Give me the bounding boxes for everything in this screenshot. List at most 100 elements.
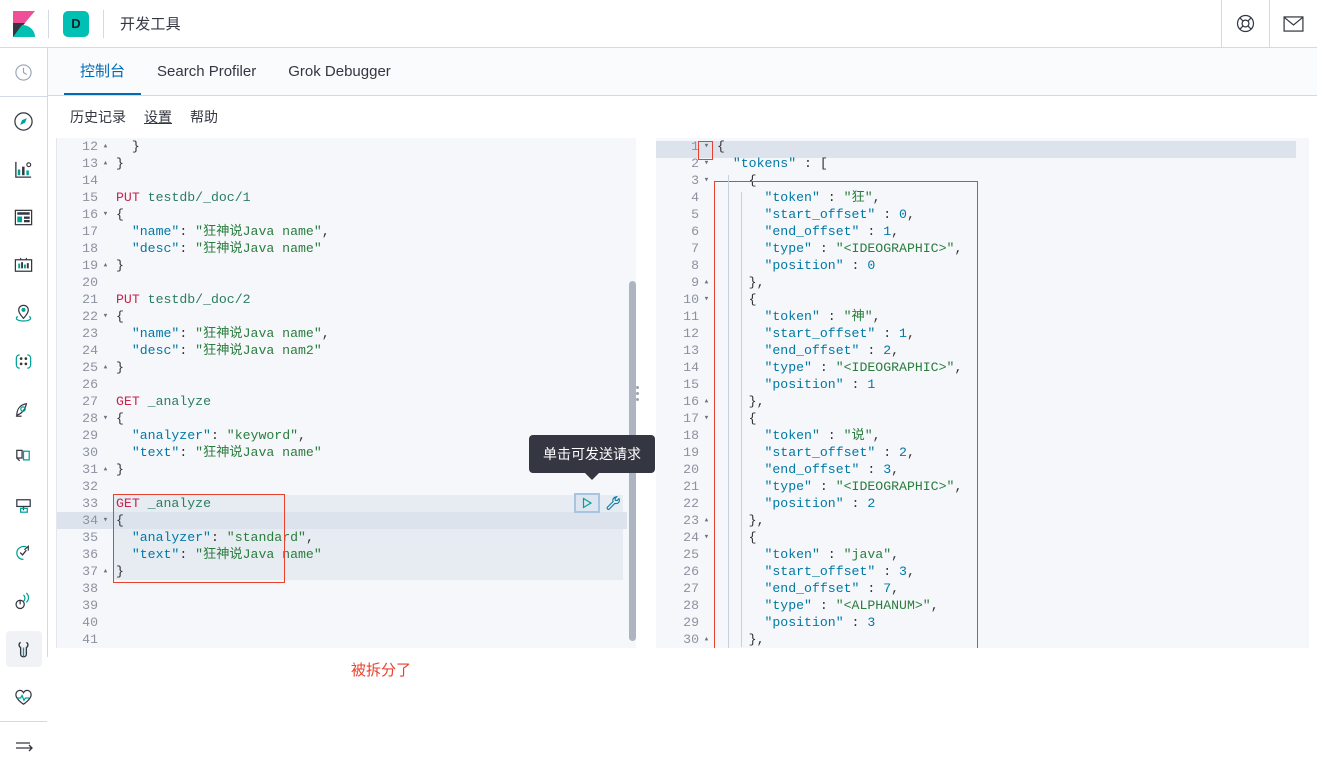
request-code[interactable]: 12 ▴ } 13 ▴} 14 15 PUT testdb/_doc/1 16 ▾{17 "na…	[57, 138, 636, 648]
tab-search-profiler[interactable]: Search Profiler	[141, 49, 272, 95]
code-line[interactable]: 28 ▾ {	[57, 410, 636, 427]
help-button[interactable]	[1221, 0, 1269, 47]
fold-collapse-icon[interactable]: ▴	[101, 461, 110, 478]
code-line[interactable]: 37 ▴}	[57, 563, 636, 580]
code-line[interactable]: 38	[57, 580, 636, 597]
code-line[interactable]: 20 "end_offset" : 3,	[656, 461, 1309, 478]
space-selector[interactable]: D	[49, 10, 103, 37]
fold-collapse-icon[interactable]: ▴	[702, 512, 711, 529]
fold-collapse-icon[interactable]: ▴	[702, 274, 711, 291]
fold-expand-icon[interactable]: ▾	[101, 206, 110, 223]
fold-expand-icon[interactable]: ▾	[702, 172, 711, 189]
code-line[interactable]: 11 "token" : "神",	[656, 308, 1309, 325]
fold-expand-icon[interactable]: ▾	[101, 512, 110, 529]
editor-splitter-handle[interactable]	[636, 386, 639, 401]
code-line[interactable]: 41	[57, 631, 636, 648]
code-line[interactable]: 5 "start_offset" : 0,	[656, 206, 1309, 223]
code-line[interactable]: 34 ▾ {	[57, 512, 636, 529]
response-editor[interactable]: 1 ▾{2 ▾ "tokens" : [3 ▾ {4 "token" : "狂", 5 …	[656, 138, 1309, 648]
send-request-button[interactable]	[574, 493, 600, 513]
fold-expand-icon[interactable]: ▾	[702, 291, 711, 308]
code-line[interactable]: 9 ▴ },	[656, 274, 1309, 291]
code-line[interactable]: 16 ▾ {	[57, 206, 636, 223]
code-line[interactable]: 32	[57, 478, 636, 495]
code-line[interactable]: 15 "position" : 1	[656, 376, 1309, 393]
code-line[interactable]: 25 ▴}	[57, 359, 636, 376]
code-line[interactable]: 17 "name": "狂神说Java name",	[57, 223, 636, 240]
code-line[interactable]: 10 ▾ {	[656, 291, 1309, 308]
code-line[interactable]: 12 "start_offset" : 1,	[656, 325, 1309, 342]
code-line[interactable]: 21 "type" : "<IDEOGRAPHIC>",	[656, 478, 1309, 495]
help-link[interactable]: 帮助	[190, 107, 218, 127]
sidebar-item-canvas[interactable]	[0, 241, 47, 289]
code-line[interactable]: 1 ▾ {	[656, 138, 1309, 155]
code-line[interactable]: 7 "type" : "<IDEOGRAPHIC>",	[656, 240, 1309, 257]
fold-collapse-icon[interactable]: ▴	[101, 563, 110, 580]
fold-expand-icon[interactable]: ▾	[101, 410, 110, 427]
sidebar-item-monitoring[interactable]	[0, 673, 47, 721]
code-line[interactable]: 40	[57, 614, 636, 631]
code-line[interactable]: 20	[57, 274, 636, 291]
kibana-logo[interactable]	[0, 0, 48, 47]
fold-expand-icon[interactable]: ▾	[702, 529, 711, 546]
code-line[interactable]: 33 GET _analyze	[57, 495, 636, 512]
code-line[interactable]: 36 "text": "狂神说Java name"	[57, 546, 636, 563]
code-line[interactable]: 27 GET _analyze	[57, 393, 636, 410]
code-line[interactable]: 3 ▾ {	[656, 172, 1309, 189]
sidebar-item-infrastructure[interactable]	[0, 385, 47, 433]
code-line[interactable]: 22 "position" : 2	[656, 495, 1309, 512]
fold-expand-icon[interactable]: ▾	[702, 138, 711, 155]
request-context-menu-button[interactable]	[603, 493, 623, 513]
code-line[interactable]: 23 "name": "狂神说Java name",	[57, 325, 636, 342]
sidebar-item-dev-tools[interactable]	[0, 625, 47, 673]
fold-expand-icon[interactable]: ▾	[702, 410, 711, 427]
code-line[interactable]: 30 ▴ },	[656, 631, 1309, 648]
code-line[interactable]: 24 "desc": "狂神说Java nam2"	[57, 342, 636, 359]
sidebar-item-machine-learning[interactable]	[0, 337, 47, 385]
code-line[interactable]: 14 "type" : "<IDEOGRAPHIC>",	[656, 359, 1309, 376]
sidebar-item-dashboard[interactable]	[0, 193, 47, 241]
code-line[interactable]: 18 "desc": "狂神说Java name"	[57, 240, 636, 257]
code-line[interactable]: 13 "end_offset" : 2,	[656, 342, 1309, 359]
sidebar-collapse-toggle[interactable]	[0, 722, 47, 770]
request-editor[interactable]: 12 ▴ } 13 ▴} 14 15 PUT testdb/_doc/1 16 ▾{17 "na…	[56, 138, 636, 648]
fold-collapse-icon[interactable]: ▴	[702, 631, 711, 648]
newsfeed-button[interactable]	[1269, 0, 1317, 47]
code-line[interactable]: 26	[57, 376, 636, 393]
fold-collapse-icon[interactable]: ▴	[101, 155, 110, 172]
code-line[interactable]: 17 ▾ {	[656, 410, 1309, 427]
fold-collapse-icon[interactable]: ▴	[101, 359, 110, 376]
code-line[interactable]: 16 ▴ },	[656, 393, 1309, 410]
fold-collapse-icon[interactable]: ▴	[101, 138, 110, 155]
sidebar-item-logs[interactable]	[0, 433, 47, 481]
fold-expand-icon[interactable]: ▾	[101, 308, 110, 325]
code-line[interactable]: 8 "position" : 0	[656, 257, 1309, 274]
sidebar-item-discover[interactable]	[0, 97, 47, 145]
code-line[interactable]: 2 ▾ "tokens" : [	[656, 155, 1309, 172]
code-line[interactable]: 35 "analyzer": "standard",	[57, 529, 636, 546]
sidebar-item-signal[interactable]	[0, 577, 47, 625]
code-line[interactable]: 27 "end_offset" : 7,	[656, 580, 1309, 597]
code-line[interactable]: 6 "end_offset" : 1,	[656, 223, 1309, 240]
code-line[interactable]: 19 "start_offset" : 2,	[656, 444, 1309, 461]
sidebar-item-uptime[interactable]	[0, 529, 47, 577]
response-code[interactable]: 1 ▾{2 ▾ "tokens" : [3 ▾ {4 "token" : "狂", 5 …	[656, 138, 1309, 648]
code-line[interactable]: 26 "start_offset" : 3,	[656, 563, 1309, 580]
settings-link[interactable]: 设置	[144, 107, 172, 127]
code-line[interactable]: 28 "type" : "<ALPHANUM>",	[656, 597, 1309, 614]
code-line[interactable]: 13 ▴}	[57, 155, 636, 172]
code-line[interactable]: 18 "token" : "说",	[656, 427, 1309, 444]
sidebar-item-apm[interactable]	[0, 481, 47, 529]
sidebar-item-maps[interactable]	[0, 289, 47, 337]
fold-collapse-icon[interactable]: ▴	[101, 257, 110, 274]
code-line[interactable]: 4 "token" : "狂",	[656, 189, 1309, 206]
code-line[interactable]: 25 "token" : "java",	[656, 546, 1309, 563]
code-line[interactable]: 29 "position" : 3	[656, 614, 1309, 631]
code-line[interactable]: 21 PUT testdb/_doc/2	[57, 291, 636, 308]
tab-grok-debugger[interactable]: Grok Debugger	[272, 49, 407, 95]
code-line[interactable]: 24 ▾ {	[656, 529, 1309, 546]
code-line[interactable]: 39	[57, 597, 636, 614]
sidebar-item-visualize[interactable]	[0, 145, 47, 193]
code-line[interactable]: 15 PUT testdb/_doc/1	[57, 189, 636, 206]
fold-expand-icon[interactable]: ▾	[702, 155, 711, 172]
